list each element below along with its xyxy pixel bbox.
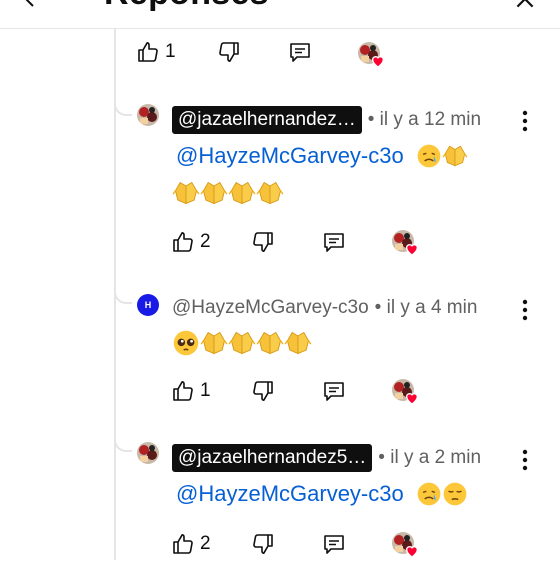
back-arrow-icon[interactable] [18,0,42,15]
author-chip[interactable]: @jazaelhernandez… [172,106,362,134]
creator-heart [392,230,422,258]
thumbs-down-icon [251,379,275,403]
thread-branch [114,288,132,304]
thumbs-up-icon [171,379,195,403]
header: Réponses [0,0,560,29]
reply-text: @HayzeMcGarvey-c3o [176,481,468,507]
avatar-letter: H [144,300,152,310]
pensive-face-icon [442,481,468,507]
heart-icon [370,53,386,69]
reply-text [172,329,312,357]
like-button[interactable]: 1 [136,40,176,64]
thumbs-down-icon [251,230,275,254]
like-count: 1 [165,41,176,62]
comment-icon [322,379,346,403]
reply-time: • il y a 4 min [374,297,478,318]
mention-link[interactable]: @HayzeMcGarvey-c3o [176,481,404,507]
author-name[interactable]: @HayzeMcGarvey-c3o [172,297,369,319]
like-button[interactable]: 1 [171,379,211,403]
more-options-icon[interactable] [520,449,530,471]
reply-button[interactable] [322,532,346,556]
folded-hands-icon [228,179,256,207]
like-count: 2 [200,231,211,252]
dislike-button[interactable] [217,40,241,64]
close-icon[interactable] [512,0,538,17]
folded-hands-icon [256,179,284,207]
thumbs-up-icon [171,532,195,556]
reply-time: • il y a 2 min [378,447,482,468]
author-chip[interactable]: @jazaelhernandez5… [172,444,373,472]
avatar[interactable] [137,442,159,464]
thumbs-up-icon [171,230,195,254]
folded-hands-icon [200,179,228,207]
avatar[interactable]: H [137,294,159,316]
reply-text: @HayzeMcGarvey-c3o [176,143,468,169]
time-text: il y a 12 min [379,109,482,130]
page-title: Réponses [104,0,269,13]
thumbs-up-icon [136,40,160,64]
like-button[interactable]: 2 [171,532,211,556]
folded-hands-icon [200,329,228,357]
heart-icon [404,390,420,406]
more-options-icon[interactable] [520,110,530,132]
thread-branch [114,100,132,116]
pleading-face-icon [172,329,200,357]
creator-heart [358,42,388,70]
folded-hands-icon [172,179,200,207]
reply-meta: @jazaelhernandez… • il y a 12 min [172,105,481,135]
folded-hands-icon [442,143,468,169]
thumbs-down-icon [217,40,241,64]
thread-branch [114,436,132,452]
reply-button[interactable] [322,230,346,254]
reply-button[interactable] [288,40,312,64]
time-text: il y a 4 min [386,297,478,318]
reply-text-line2 [172,179,284,207]
folded-hands-icon [284,329,312,357]
reply-button[interactable] [322,379,346,403]
reply-meta: @HayzeMcGarvey-c3o • il y a 4 min [172,293,477,323]
reply-time: • il y a 12 min [367,109,482,130]
time-text: il y a 2 min [390,447,482,468]
like-button[interactable]: 2 [171,230,211,254]
like-count: 2 [200,533,211,554]
folded-hands-icon [228,329,256,357]
creator-heart [392,379,422,407]
heart-icon [404,543,420,559]
more-options-icon[interactable] [520,299,530,321]
dislike-button[interactable] [251,379,275,403]
crying-face-icon [416,143,442,169]
dislike-button[interactable] [251,230,275,254]
comment-icon [288,40,312,64]
reply-meta: @jazaelhernandez5… • il y a 2 min [172,443,481,473]
creator-heart [392,532,422,560]
mention-link[interactable]: @HayzeMcGarvey-c3o [176,143,404,169]
avatar[interactable] [137,104,159,126]
comment-icon [322,230,346,254]
folded-hands-icon [256,329,284,357]
thumbs-down-icon [251,532,275,556]
dislike-button[interactable] [251,532,275,556]
crying-face-icon [416,481,442,507]
comment-icon [322,532,346,556]
like-count: 1 [200,380,211,401]
heart-icon [404,241,420,257]
